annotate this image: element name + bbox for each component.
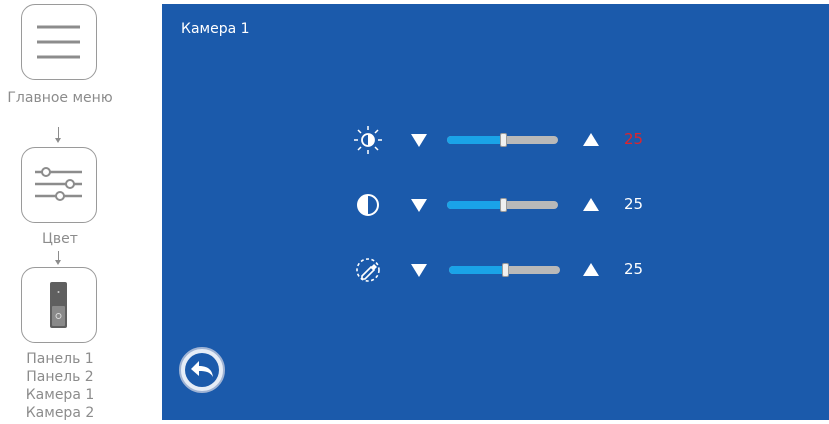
contrast-row: 25 [162, 190, 829, 220]
saturation-value: 25 [624, 260, 644, 278]
slider-thumb[interactable] [499, 133, 507, 147]
source-item: Камера 2 [25, 405, 95, 421]
brightness-value: 25 [624, 130, 644, 148]
contrast-slider[interactable] [447, 198, 558, 212]
source-item: Камера 1 [25, 387, 95, 403]
color-dropper-icon [352, 255, 384, 285]
source-item: Панель 2 [26, 369, 94, 385]
decrease-brightness-button[interactable] [411, 134, 427, 147]
decrease-contrast-button[interactable] [411, 199, 427, 212]
decrease-saturation-button[interactable] [411, 264, 427, 277]
color-label: Цвет [42, 231, 78, 247]
saturation-slider[interactable] [449, 263, 560, 277]
source-list: Панель 1 Панель 2 Камера 1 Камера 2 [0, 350, 120, 422]
flow-arrow [55, 127, 61, 143]
contrast-value: 25 [624, 195, 644, 213]
increase-brightness-button[interactable] [583, 133, 599, 146]
brightness-row: 25 [162, 125, 829, 155]
main-menu-label: Главное меню [7, 90, 113, 106]
main-menu-button[interactable] [21, 4, 97, 80]
source-item: Панель 1 [26, 351, 94, 367]
increase-contrast-button[interactable] [583, 198, 599, 211]
color-settings-button[interactable] [21, 147, 97, 223]
saturation-row: 25 [162, 255, 829, 285]
screen-title: Камера 1 [181, 21, 250, 37]
brightness-icon [352, 125, 384, 155]
panel-source-button[interactable] [21, 267, 97, 343]
sidebar: Главное меню Цвет Панель 1 Панель 2 Каме… [0, 0, 125, 424]
flow-arrow [55, 251, 61, 265]
contrast-icon [352, 190, 384, 220]
increase-saturation-button[interactable] [583, 263, 599, 276]
back-button[interactable] [179, 347, 225, 393]
slider-thumb[interactable] [499, 198, 507, 212]
brightness-slider[interactable] [447, 133, 558, 147]
monitor-screen: Камера 1 25 25 25 [162, 4, 829, 420]
slider-thumb[interactable] [501, 263, 509, 277]
